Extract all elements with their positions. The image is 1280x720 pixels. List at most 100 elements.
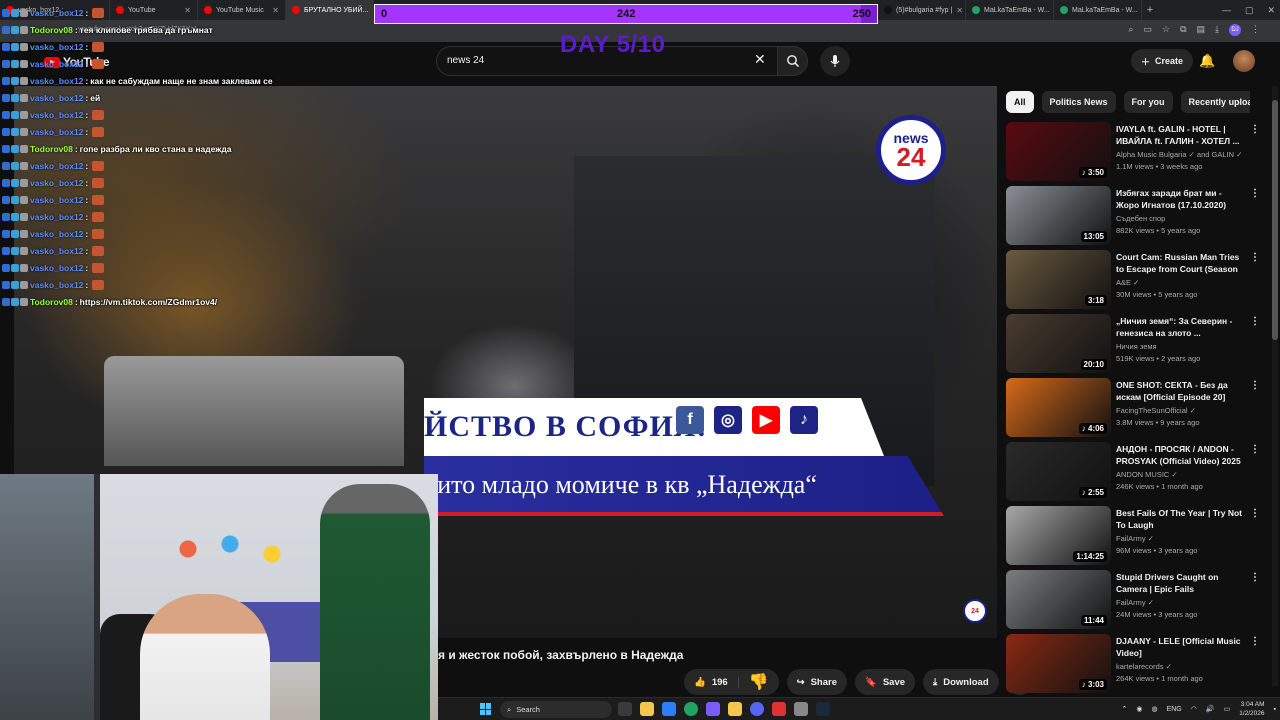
recommended-video[interactable]: 13:05 Избягах заради брат ми - Жоро Игнат… xyxy=(1006,184,1264,248)
cast-icon[interactable]: ▭ xyxy=(1143,24,1152,36)
recommended-video[interactable]: 11:44 Stupid Drivers Caught on Camera | E… xyxy=(1006,568,1264,632)
download-button[interactable]: ⤓ Download xyxy=(923,669,999,695)
discord-icon[interactable] xyxy=(706,702,720,716)
tab-close-icon[interactable]: ✕ xyxy=(956,6,963,15)
notification-center-icon[interactable]: ▪ xyxy=(1274,706,1276,713)
minimize-icon[interactable]: — xyxy=(1222,5,1231,15)
kebab-menu-icon[interactable]: ⋮ xyxy=(1250,572,1260,583)
media-app-icon[interactable] xyxy=(772,702,786,716)
language-indicator[interactable]: ENG xyxy=(1167,706,1182,713)
browser-tab[interactable]: MaLkaTaEmBa - W...✕ xyxy=(966,0,1054,20)
channel-name[interactable]: Alpha Music Bulgaria ✓ and GALIN ✓ xyxy=(1116,150,1242,159)
channel-name[interactable]: FailArmy ✓ xyxy=(1116,598,1154,607)
recommended-title[interactable]: IVAYLA ft. GALIN - HOTEL | ИВАЙЛА ft. ГА… xyxy=(1116,123,1244,147)
chevron-right-icon[interactable]: › xyxy=(1236,95,1240,109)
channel-name[interactable]: A&E ✓ xyxy=(1116,278,1139,287)
recommended-video[interactable]: ♪ 3:50 IVAYLA ft. GALIN - HOTEL | ИВАЙЛА … xyxy=(1006,120,1264,184)
channel-name[interactable]: ANDON MUSIC ✓ xyxy=(1116,470,1178,479)
zoom-icon[interactable]: ⌕ xyxy=(1128,24,1133,36)
video-thumbnail[interactable]: ♪ 3:03 xyxy=(1006,634,1111,693)
page-scrollbar-thumb[interactable] xyxy=(1272,100,1278,340)
channel-name[interactable]: kartelarecords ✓ xyxy=(1116,662,1172,671)
recommended-video[interactable]: 1:14:25 Best Fails Of The Year | Try Not … xyxy=(1006,504,1264,568)
obs-icon[interactable] xyxy=(750,702,764,716)
task-view-icon[interactable] xyxy=(618,702,632,716)
video-thumbnail[interactable]: 3:18 xyxy=(1006,250,1111,309)
recommended-title[interactable]: Stupid Drivers Caught on Camera | Epic F… xyxy=(1116,571,1244,595)
lower-third-headline: ЙСТВО В СОФИЯ: xyxy=(424,410,708,443)
steam-icon[interactable] xyxy=(816,702,830,716)
dislike-button[interactable]: 👎 xyxy=(739,672,779,692)
video-thumbnail[interactable]: ♪ 3:50 xyxy=(1006,122,1111,181)
tray-app-icon[interactable]: ◉ xyxy=(1136,705,1142,713)
video-thumbnail[interactable]: 1:14:25 xyxy=(1006,506,1111,565)
channel-name[interactable]: Ничия земя xyxy=(1116,342,1157,351)
tray-app-icon-2[interactable]: ◍ xyxy=(1151,705,1157,713)
filter-chip[interactable]: All xyxy=(1006,91,1034,113)
video-thumbnail[interactable]: 20:10 xyxy=(1006,314,1111,373)
video-thumbnail[interactable]: ♪ 4:06 xyxy=(1006,378,1111,437)
file-explorer-icon[interactable] xyxy=(640,702,654,716)
recommended-video[interactable]: ♪ 3:03 DJAANY - LELE [Official Music Vide… xyxy=(1006,632,1264,696)
sidepanel-icon[interactable]: ▤ xyxy=(1197,24,1206,36)
notifications-bell-icon[interactable]: 🔔 xyxy=(1199,53,1215,69)
wifi-icon[interactable]: ◠ xyxy=(1191,705,1197,713)
recommended-video[interactable]: ♪ 2:55 АНДОН - ПРОСЯК / ANDON - PROSYAK (… xyxy=(1006,440,1264,504)
kebab-menu-icon[interactable]: ⋮ xyxy=(1250,316,1260,327)
chrome-icon[interactable] xyxy=(684,702,698,716)
app-icon[interactable] xyxy=(794,702,808,716)
search-button[interactable] xyxy=(778,46,808,76)
battery-icon[interactable]: ▭ xyxy=(1224,705,1231,713)
kebab-menu-icon[interactable]: ⋮ xyxy=(1250,252,1260,263)
save-button[interactable]: 🔖 Save xyxy=(855,669,916,695)
channel-name[interactable]: FailArmy ✓ xyxy=(1116,534,1154,543)
kebab-menu-icon[interactable]: ⋮ xyxy=(1250,636,1260,647)
recommended-title[interactable]: „Ничия земя“: За Северин - генезиса на з… xyxy=(1116,315,1244,339)
kebab-menu-icon[interactable]: ⋮ xyxy=(1250,188,1260,199)
chat-username: vasko_box12 xyxy=(30,262,84,273)
kebab-menu-icon[interactable]: ⋮ xyxy=(1250,444,1260,455)
browser-menu-icon[interactable]: ⋮ xyxy=(1251,24,1260,36)
voice-search-button[interactable] xyxy=(820,46,850,76)
recommended-video[interactable]: ♪ 4:06 ONE SHOT: СЕКТА - Без да искам [Of… xyxy=(1006,376,1264,440)
profile-avatar[interactable]: DJ xyxy=(1229,24,1241,36)
kebab-menu-icon[interactable]: ⋮ xyxy=(1250,380,1260,391)
recommended-title[interactable]: Court Cam: Russian Man Tries to Escape f… xyxy=(1116,251,1244,275)
download-tray-icon[interactable]: ⤓ xyxy=(1215,24,1219,36)
kebab-menu-icon[interactable]: ⋮ xyxy=(1250,124,1260,135)
clock[interactable]: 3:04 AM 1/2/2026 xyxy=(1239,700,1264,718)
browser-tab[interactable]: MaLkaTaEmBa - W...✕ xyxy=(1054,0,1142,20)
recommended-title[interactable]: АНДОН - ПРОСЯК / ANDON - PROSYAK (Offici… xyxy=(1116,443,1244,467)
windows-start-icon[interactable] xyxy=(480,703,492,715)
video-thumbnail[interactable]: 13:05 xyxy=(1006,186,1111,245)
bookmark-star-icon[interactable]: ☆ xyxy=(1162,24,1170,36)
browser-tab[interactable]: (5)#bulgaria #fyp | ✕ xyxy=(878,0,966,20)
recommended-title[interactable]: ONE SHOT: СЕКТА - Без да искам [Official… xyxy=(1116,379,1244,403)
channel-name[interactable]: FacingTheSunOfficial ✓ xyxy=(1116,406,1196,415)
recommended-title[interactable]: DJAANY - LELE [Official Music Video] xyxy=(1116,635,1244,659)
recommended-title[interactable]: Best Fails Of The Year | Try Not To Laug… xyxy=(1116,507,1244,531)
folder-icon[interactable] xyxy=(728,702,742,716)
clear-search-icon[interactable]: ✕ xyxy=(754,52,766,66)
video-thumbnail[interactable]: ♪ 2:55 xyxy=(1006,442,1111,501)
recommended-title[interactable]: Избягах заради брат ми - Жоро Игнатов (1… xyxy=(1116,187,1244,211)
kebab-menu-icon[interactable]: ⋮ xyxy=(1250,508,1260,519)
tray-chevron-icon[interactable]: ⌃ xyxy=(1121,705,1127,713)
video-thumbnail[interactable]: 11:44 xyxy=(1006,570,1111,629)
share-button[interactable]: ↪ Share xyxy=(786,669,847,695)
recommended-video[interactable]: 3:18 Court Cam: Russian Man Tries to Esca… xyxy=(1006,248,1264,312)
create-button[interactable]: ＋ Create xyxy=(1131,49,1194,73)
maximize-icon[interactable]: ▢ xyxy=(1245,5,1254,16)
filter-chip[interactable]: Politics News xyxy=(1041,91,1116,113)
like-button[interactable]: 👍 196 xyxy=(684,676,739,688)
user-avatar[interactable] xyxy=(1233,50,1255,72)
volume-icon[interactable]: 🔊 xyxy=(1206,705,1215,713)
close-window-icon[interactable]: ✕ xyxy=(1268,5,1276,16)
edge-icon[interactable] xyxy=(662,702,676,716)
taskbar-search[interactable]: ⌕ Search xyxy=(500,701,612,718)
channel-name[interactable]: Съдебен спор xyxy=(1116,214,1165,223)
new-tab-icon[interactable]: + xyxy=(1142,4,1158,16)
extensions-icon[interactable]: ⧉ xyxy=(1180,24,1186,36)
recommended-video[interactable]: 20:10 „Ничия земя“: За Северин - генезиса… xyxy=(1006,312,1264,376)
filter-chip[interactable]: For you xyxy=(1123,91,1173,113)
